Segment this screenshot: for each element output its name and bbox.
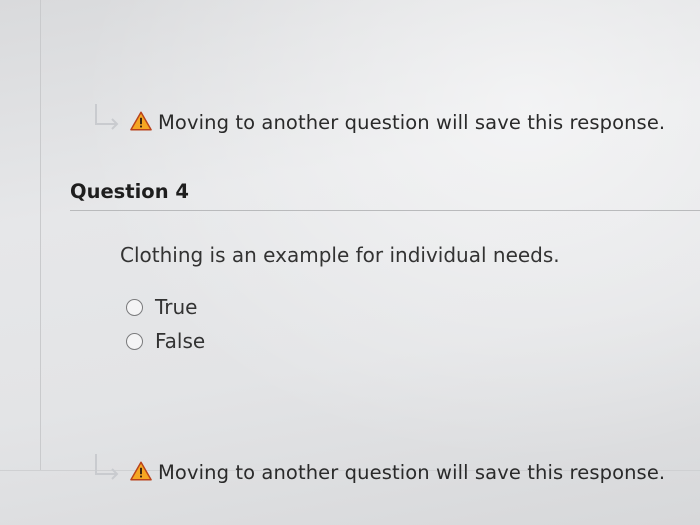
- return-arrow-icon: [95, 104, 119, 130]
- option-label-true[interactable]: True: [155, 295, 197, 319]
- warning-icon: [130, 111, 152, 131]
- warning-icon: [130, 461, 152, 481]
- save-notice-bottom: Moving to another question will save thi…: [92, 452, 665, 484]
- question-title: Question 4: [70, 180, 189, 203]
- question-header: Question 4: [70, 180, 700, 211]
- save-notice-text: Moving to another question will save thi…: [158, 110, 666, 134]
- save-notice-text: Moving to another question will save thi…: [158, 460, 666, 484]
- answer-options: True False: [126, 290, 205, 358]
- panel-left-border: [40, 0, 41, 470]
- option-label-false[interactable]: False: [155, 329, 205, 353]
- save-notice-top: Moving to another question will save thi…: [92, 102, 665, 134]
- option-true[interactable]: True: [126, 290, 205, 324]
- return-arrow-icon: [95, 454, 119, 480]
- radio-button-true[interactable]: [126, 298, 143, 316]
- quiz-page: Moving to another question will save thi…: [0, 0, 700, 525]
- option-false[interactable]: False: [126, 324, 205, 358]
- question-text: Clothing is an example for individual ne…: [120, 243, 560, 267]
- radio-button-false[interactable]: [126, 332, 143, 350]
